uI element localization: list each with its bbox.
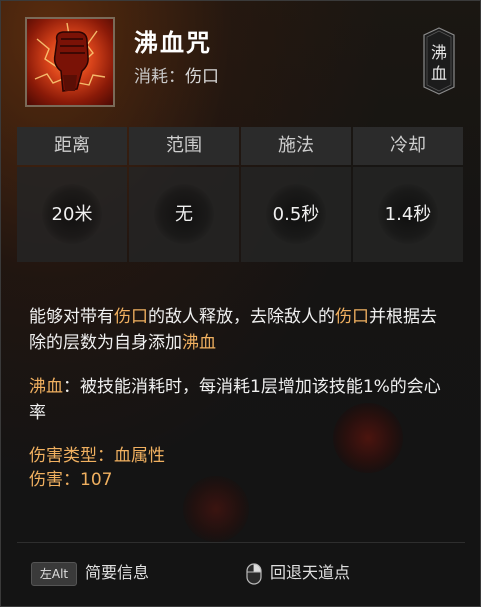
skill-description: 能够对带有伤口的敌人释放，去除敌人的伤口并根据去除的层数为自身添加沸血 沸血：被… (29, 304, 453, 492)
stat-value: 无 (175, 204, 193, 225)
description-boiling-blood: 沸血：被技能消耗时，每消耗1层增加该技能1%的会心率 (29, 377, 441, 423)
back-tiandao-hint[interactable]: 回退天道点 (246, 559, 350, 585)
burning-fist-icon (25, 17, 115, 107)
mouse-icon (246, 562, 262, 585)
stat-label: 冷却 (353, 127, 463, 165)
skill-name: 沸血咒 (134, 29, 212, 57)
cost-value: 伤口 (185, 67, 219, 87)
badge-char-1: 沸 (430, 43, 447, 62)
badge-char-2: 血 (430, 64, 447, 83)
cost-label: 消耗： (134, 67, 185, 87)
stat-value: 0.5秒 (272, 204, 320, 225)
skill-cost: 消耗：伤口 (134, 62, 219, 87)
stat-range: 距离 20米 (17, 127, 127, 262)
stat-label: 距离 (17, 127, 127, 165)
stat-label: 施法 (241, 127, 351, 165)
stat-area: 范围 无 (129, 127, 239, 262)
damage-type: 伤害类型：血属性 (29, 446, 165, 466)
damage-value: 伤害：107 (29, 470, 113, 490)
skill-tooltip-panel: 沸血咒 消耗：伤口 沸 血 距离 20米 范围 无 施法 0.5秒 冷却 1.4… (0, 0, 481, 607)
back-label: 回退天道点 (270, 563, 351, 582)
stat-value: 20米 (51, 204, 93, 225)
stat-label: 范围 (129, 127, 239, 165)
description-main: 能够对带有伤口的敌人释放，去除敌人的伤口并根据去除的层数为自身添加沸血 (29, 307, 437, 353)
brief-info-label: 简要信息 (85, 563, 150, 582)
footer-divider (17, 542, 465, 543)
skill-type-badge: 沸 血 (423, 27, 455, 95)
alt-key-icon: 左Alt (31, 561, 77, 586)
keyword-boiling-blood: 沸血 (29, 377, 63, 397)
skill-stats-table: 距离 20米 范围 无 施法 0.5秒 冷却 1.4秒 (17, 127, 465, 262)
stat-value: 1.4秒 (384, 204, 432, 225)
brief-info-hint[interactable]: 左Alt 简要信息 (31, 559, 149, 586)
keyword-wound: 伤口 (335, 307, 369, 327)
stat-cooldown: 冷却 1.4秒 (353, 127, 463, 262)
keyword-boiling-blood: 沸血 (182, 333, 216, 353)
keyword-wound: 伤口 (114, 307, 148, 327)
stat-cast: 施法 0.5秒 (241, 127, 351, 262)
